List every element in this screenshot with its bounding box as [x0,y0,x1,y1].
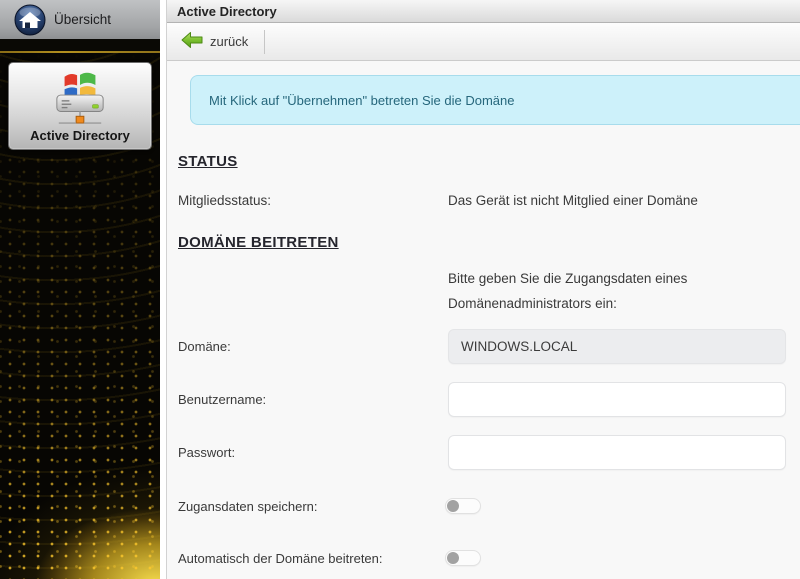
toggle-knob [447,500,459,512]
back-button-label: zurück [210,34,248,49]
notice-banner: Mit Klick auf "Übernehmen" betreten Sie … [190,75,800,125]
status-section-heading: STATUS [178,153,238,170]
page-title: Active Directory [167,0,800,23]
membership-status-row: Mitgliedsstatus: Das Gerät ist nicht Mit… [178,193,786,208]
sidebar-item-label: Active Directory [30,128,130,143]
toggle-knob [447,552,459,564]
notice-text: Mit Klick auf "Übernehmen" betreten Sie … [209,93,515,108]
username-field-row: Benutzername: [178,382,786,417]
content-area: Mit Klick auf "Übernehmen" betreten Sie … [167,61,800,579]
password-input[interactable] [448,435,786,470]
auto-join-row: Automatisch der Domäne beitreten: [178,549,786,567]
username-input[interactable] [448,382,786,417]
sidebar: Übersicht [0,0,160,579]
back-arrow-icon [181,31,203,52]
domain-label: Domäne: [178,339,231,354]
membership-status-label: Mitgliedsstatus: [178,193,271,208]
back-button[interactable]: zurück [177,28,252,55]
username-label: Benutzername: [178,392,266,407]
sidebar-item-overview[interactable]: Übersicht [0,0,160,39]
main-panel: Active Directory zurück [160,0,800,579]
join-section-heading: DOMÄNE BEITRETEN [178,234,339,251]
save-credentials-toggle[interactable] [445,498,481,514]
auto-join-label: Automatisch der Domäne beitreten: [178,551,383,566]
toolbar-separator [264,30,265,54]
domain-field-row: Domäne: [178,329,786,364]
windows-drive-icon [53,69,107,125]
password-label: Passwort: [178,445,235,460]
home-icon[interactable] [14,4,46,36]
overview-label: Übersicht [54,12,111,27]
auto-join-toggle[interactable] [445,550,481,566]
password-field-row: Passwort: [178,435,786,470]
sidebar-item-active-directory[interactable]: Active Directory [8,62,152,150]
save-credentials-row: Zugansdaten speichern: [178,497,786,515]
domain-input[interactable] [448,329,786,364]
membership-status-value: Das Gerät ist nicht Mitglied einer Domän… [448,193,698,208]
save-credentials-label: Zugansdaten speichern: [178,499,317,514]
join-intro-text: Bitte geben Sie die Zugangsdaten eines D… [448,266,758,316]
toolbar: zurück [167,23,800,61]
